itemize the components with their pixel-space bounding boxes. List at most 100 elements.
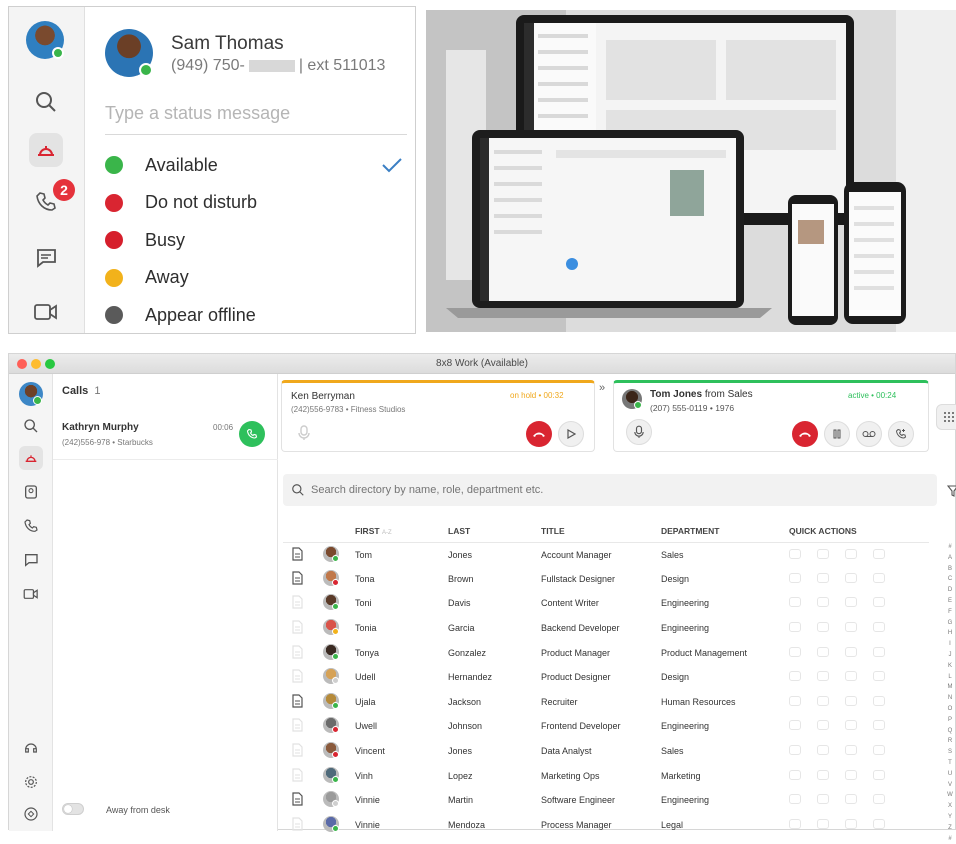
- avatar[interactable]: [323, 545, 339, 562]
- note-cell[interactable]: [283, 665, 323, 690]
- note-cell[interactable]: [283, 690, 323, 715]
- table-row[interactable]: Ujala Jackson Recruiter Human Resources: [283, 690, 929, 715]
- note-icon[interactable]: [291, 645, 303, 659]
- transfer-icon[interactable]: [817, 597, 829, 608]
- directory-search-input[interactable]: [311, 484, 911, 496]
- status-message-input[interactable]: [105, 103, 407, 135]
- transfer-icon[interactable]: [817, 769, 829, 780]
- hold-button[interactable]: [824, 421, 850, 447]
- note-icon[interactable]: [291, 718, 303, 733]
- call-icon[interactable]: [789, 597, 801, 608]
- transfer-icon[interactable]: [817, 794, 829, 805]
- note-icon[interactable]: [291, 768, 303, 782]
- call-icon[interactable]: [789, 572, 801, 583]
- bell-icon[interactable]: [19, 446, 43, 470]
- avatar[interactable]: [323, 619, 339, 636]
- voicemail-icon[interactable]: [845, 622, 857, 633]
- chat-icon[interactable]: [873, 818, 885, 829]
- resume-button[interactable]: [558, 421, 584, 447]
- hangup-button[interactable]: [792, 421, 818, 447]
- dialpad-button[interactable]: [936, 404, 956, 430]
- table-row[interactable]: Vinnie Martin Software Engineer Engineering: [283, 788, 929, 813]
- voicemail-icon[interactable]: [845, 794, 857, 805]
- table-row[interactable]: Vincent Jones Data Analyst Sales: [283, 739, 929, 764]
- chat-icon[interactable]: [873, 695, 885, 706]
- voicemail-icon[interactable]: [845, 745, 857, 756]
- alphabet-letter[interactable]: A: [945, 553, 955, 564]
- chat-icon[interactable]: [29, 241, 63, 275]
- note-cell[interactable]: [283, 640, 323, 665]
- avatar[interactable]: [323, 791, 339, 808]
- chat-icon[interactable]: [873, 597, 885, 608]
- table-row[interactable]: Uwell Johnson Frontend Developer Engineerin…: [283, 714, 929, 739]
- table-row[interactable]: Vinnie Mendoza Process Manager Legal: [283, 813, 929, 838]
- alphabet-letter[interactable]: O: [945, 704, 955, 715]
- video-icon[interactable]: [19, 582, 43, 606]
- alphabet-letter[interactable]: T: [945, 758, 955, 769]
- status-option[interactable]: Busy: [105, 225, 405, 255]
- answer-call-button[interactable]: [239, 421, 265, 447]
- alphabet-letter[interactable]: I: [945, 639, 955, 650]
- search-icon[interactable]: [19, 414, 43, 438]
- call-icon[interactable]: [789, 818, 801, 829]
- add-call-button[interactable]: [888, 421, 914, 447]
- note-icon[interactable]: [291, 546, 303, 561]
- note-cell[interactable]: [283, 567, 323, 592]
- note-cell[interactable]: [283, 616, 323, 641]
- transfer-icon[interactable]: [817, 572, 829, 583]
- alphabet-letter[interactable]: U: [945, 769, 955, 780]
- mute-button[interactable]: [626, 419, 652, 445]
- note-icon[interactable]: [291, 694, 303, 708]
- voicemail-icon[interactable]: [845, 720, 857, 731]
- phone-icon[interactable]: [19, 514, 43, 538]
- note-cell[interactable]: [283, 542, 323, 567]
- avatar[interactable]: [323, 569, 339, 586]
- note-icon[interactable]: [291, 595, 303, 610]
- chat-icon[interactable]: [873, 572, 885, 583]
- directory-search[interactable]: [283, 474, 937, 506]
- call-icon[interactable]: [789, 745, 801, 756]
- status-option[interactable]: Appear offline: [105, 300, 405, 330]
- avatar[interactable]: [323, 717, 339, 734]
- swap-calls-icon[interactable]: »: [599, 382, 605, 394]
- contacts-icon[interactable]: [19, 480, 43, 504]
- call-icon[interactable]: [789, 622, 801, 633]
- note-icon[interactable]: [291, 571, 303, 585]
- transfer-icon[interactable]: [817, 548, 829, 559]
- away-toggle[interactable]: [62, 803, 84, 815]
- settings-icon[interactable]: [19, 770, 43, 794]
- alphabet-letter[interactable]: G: [945, 618, 955, 629]
- alphabet-letter[interactable]: E: [945, 596, 955, 607]
- note-icon[interactable]: [291, 620, 303, 634]
- alphabet-letter[interactable]: Y: [945, 812, 955, 823]
- note-cell[interactable]: [283, 763, 323, 788]
- note-icon[interactable]: [291, 669, 303, 683]
- avatar[interactable]: [26, 21, 64, 59]
- apps-icon[interactable]: [19, 802, 43, 826]
- last-column-header[interactable]: LAST: [448, 520, 541, 543]
- alphabet-letter[interactable]: W: [945, 790, 955, 801]
- avatar[interactable]: [323, 668, 339, 685]
- avatar[interactable]: [323, 766, 339, 783]
- alphabet-letter[interactable]: V: [945, 780, 955, 791]
- avatar[interactable]: [323, 692, 339, 709]
- note-cell[interactable]: [283, 714, 323, 739]
- voicemail-icon[interactable]: [845, 597, 857, 608]
- alphabet-letter[interactable]: P: [945, 715, 955, 726]
- chat-icon[interactable]: [873, 622, 885, 633]
- call-icon[interactable]: [789, 720, 801, 731]
- table-row[interactable]: Udell Hernandez Product Designer Design: [283, 665, 929, 690]
- note-cell[interactable]: [283, 788, 323, 813]
- voicemail-icon[interactable]: [845, 695, 857, 706]
- note-cell[interactable]: [283, 813, 323, 838]
- status-option[interactable]: Available: [105, 150, 405, 180]
- transfer-icon[interactable]: [817, 622, 829, 633]
- alphabet-letter[interactable]: J: [945, 650, 955, 661]
- transfer-icon[interactable]: [817, 720, 829, 731]
- alphabet-letter[interactable]: B: [945, 564, 955, 575]
- transfer-icon[interactable]: [817, 646, 829, 657]
- chat-icon[interactable]: [873, 548, 885, 559]
- note-icon[interactable]: [291, 792, 303, 806]
- alphabet-letter[interactable]: #: [945, 834, 955, 844]
- transfer-icon[interactable]: [817, 695, 829, 706]
